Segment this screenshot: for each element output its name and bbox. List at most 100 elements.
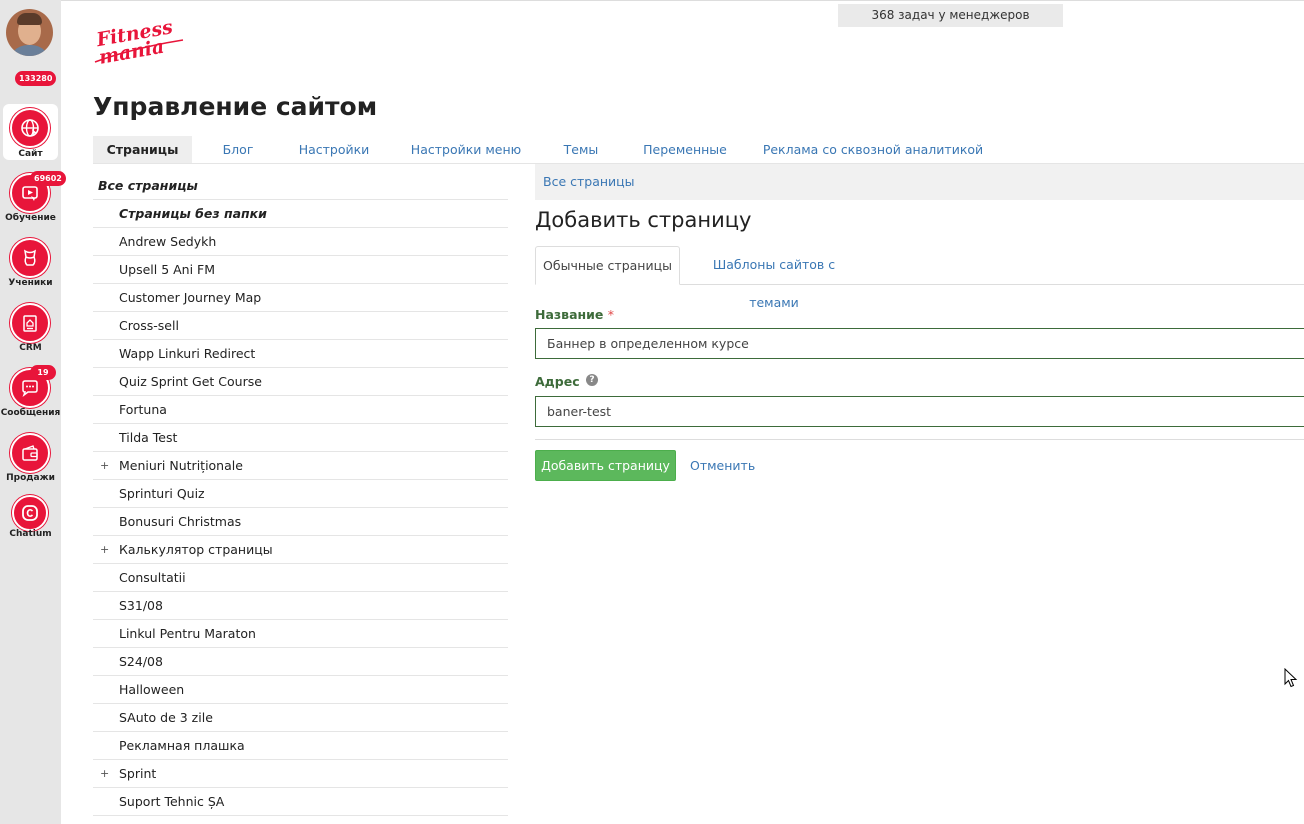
tree-page-row[interactable]: Sprinturi Quiz	[93, 480, 508, 508]
sidebar-item-label: Сообщения	[0, 408, 61, 418]
tab-settings[interactable]: Настройки	[288, 136, 380, 163]
mouse-cursor-icon	[1284, 668, 1298, 688]
sidebar-item-training[interactable]: 69602 Обучение	[0, 170, 66, 228]
expand-plus-icon[interactable]: +	[100, 760, 109, 788]
user-badge: 133280	[15, 71, 57, 86]
section-tabs: Страницы Блог Настройки Настройки меню Т…	[93, 136, 1304, 164]
tree-page-row[interactable]: Andrew Sedykh	[93, 228, 508, 256]
top-divider	[61, 0, 1304, 1]
cancel-link[interactable]: Отменить	[690, 450, 755, 481]
tree-page-row[interactable]: + Meniuri Nutriționale	[93, 452, 508, 480]
tree-item-label: Customer Journey Map	[119, 290, 262, 305]
tree-item-label: S31/08	[119, 598, 163, 613]
tree-item-label: Sprint	[119, 766, 157, 781]
tree-item-label: Tilda Test	[119, 430, 178, 445]
crm-icon	[10, 303, 50, 343]
avatar-shirt	[8, 45, 51, 56]
tree-item-label: Halloween	[119, 682, 185, 697]
tab-variables[interactable]: Переменные	[633, 136, 737, 163]
tree-item-label: Meniuri Nutriționale	[119, 458, 243, 473]
tree-item-label: Рекламная плашка	[119, 738, 245, 753]
sidebar-item-label: Ученики	[8, 278, 53, 288]
tab-ads-analytics[interactable]: Реклама со сквозной аналитикой	[758, 136, 988, 163]
sidebar-item-label: Сайт	[18, 149, 43, 159]
sidebar-item-chatium[interactable]: Chatium	[0, 492, 61, 542]
sidebar-item-messages[interactable]: 19 Сообщения	[0, 365, 61, 423]
tab-blog[interactable]: Блог	[203, 136, 273, 163]
brand-logo[interactable]: Fitness mania	[93, 18, 185, 68]
tree-page-row[interactable]: Tilda Test	[93, 424, 508, 452]
tree-page-row[interactable]: SAuto de 3 zile	[93, 704, 508, 732]
address-label-text: Адрес	[535, 374, 580, 389]
app-sidebar: 133280 Сайт 69602 Обучение Ученики CRM 1…	[0, 0, 66, 824]
tree-page-row[interactable]: Bonusuri Christmas	[93, 508, 508, 536]
tree-item-label: Quiz Sprint Get Course	[119, 374, 262, 389]
breadcrumb: Все страницы	[535, 164, 1304, 200]
help-icon[interactable]: ?	[585, 374, 598, 386]
tree-item-label: S24/08	[119, 654, 163, 669]
wallet-icon	[10, 433, 50, 473]
tree-page-row[interactable]: Cross-sell	[93, 312, 508, 340]
tree-item-label: SAuto de 3 zile	[119, 710, 213, 725]
tab-pages[interactable]: Страницы	[93, 136, 192, 163]
tree-page-row[interactable]: Fortuna	[93, 396, 508, 424]
address-field-label: Адрес ?	[535, 374, 598, 389]
tree-item-label: Страницы без папки	[119, 206, 267, 221]
page-type-tabs: Обычные страницы Шаблоны сайтов с темами	[535, 246, 1304, 310]
tree-folder-row[interactable]: Страницы без папки	[93, 200, 508, 228]
expand-plus-icon[interactable]: +	[100, 536, 109, 564]
breadcrumb-all-pages[interactable]: Все страницы	[543, 174, 635, 189]
tree-page-row[interactable]: Halloween	[93, 676, 508, 704]
tree-item-label: Wapp Linkuri Redirect	[119, 346, 256, 361]
sidebar-item-crm[interactable]: CRM	[0, 300, 61, 358]
sidebar-item-label: Chatium	[9, 529, 52, 539]
sidebar-item-students[interactable]: Ученики	[0, 235, 61, 293]
tree-item-label: Upsell 5 Ani FM	[119, 262, 216, 277]
chatium-icon	[12, 495, 48, 531]
tree-page-row[interactable]: Suport Tehnic ȘA	[93, 788, 508, 816]
tree-item-label: Bonusuri Christmas	[119, 514, 242, 529]
name-field-label: Название *	[535, 307, 614, 322]
tab-menu-settings[interactable]: Настройки меню	[401, 136, 531, 163]
tree-page-row[interactable]: + Sprint	[93, 760, 508, 788]
tree-page-row[interactable]: S24/08	[93, 648, 508, 676]
tab-theme-templates[interactable]: Шаблоны сайтов с темами	[687, 246, 861, 310]
tree-page-row[interactable]: S31/08	[93, 592, 508, 620]
tree-item-label: Sprinturi Quiz	[119, 486, 205, 501]
add-page-button[interactable]: Добавить страницу	[535, 450, 676, 481]
sidebar-item-sales[interactable]: Продажи	[0, 430, 61, 488]
form-divider	[535, 439, 1304, 440]
required-asterisk: *	[607, 307, 614, 322]
tree-page-row[interactable]: Quiz Sprint Get Course	[93, 368, 508, 396]
training-badge: 69602	[30, 171, 66, 186]
tree-item-label: Suport Tehnic ȘA	[119, 794, 225, 809]
tree-item-label: Cross-sell	[119, 318, 179, 333]
expand-plus-icon[interactable]: +	[100, 452, 109, 480]
form-title: Добавить страницу	[535, 208, 752, 232]
tree-page-row[interactable]: + Калькулятор страницы	[93, 536, 508, 564]
tree-page-row[interactable]: Wapp Linkuri Redirect	[93, 340, 508, 368]
tree-item-label: Все страницы	[98, 178, 198, 193]
sidebar-item-label: Продажи	[6, 473, 55, 483]
tree-item-label: Калькулятор страницы	[119, 542, 273, 557]
tree-page-row[interactable]: Upsell 5 Ani FM	[93, 256, 508, 284]
tree-item-label: Andrew Sedykh	[119, 234, 217, 249]
tree-page-row[interactable]: Customer Journey Map	[93, 284, 508, 312]
avatar-hair	[17, 13, 42, 25]
tree-root-all-pages[interactable]: Все страницы	[93, 172, 508, 200]
students-icon	[10, 238, 50, 278]
avatar[interactable]	[6, 9, 53, 56]
tree-page-row[interactable]: Consultatii	[93, 564, 508, 592]
address-input[interactable]: baner-test	[535, 396, 1304, 427]
sidebar-item-site[interactable]: Сайт	[0, 104, 61, 162]
tree-page-row[interactable]: Linkul Pentru Maraton	[93, 620, 508, 648]
tab-regular-pages[interactable]: Обычные страницы	[535, 246, 680, 285]
tree-page-row[interactable]: Рекламная плашка	[93, 732, 508, 760]
globe-icon	[10, 108, 50, 148]
page-title: Управление сайтом	[93, 92, 378, 121]
tab-themes[interactable]: Темы	[548, 136, 614, 163]
manager-tasks-counter[interactable]: 368 задач у менеджеров	[838, 4, 1063, 27]
sidebar-item-label: Обучение	[5, 213, 56, 223]
name-input[interactable]: Баннер в определенном курсе	[535, 328, 1304, 359]
messages-badge: 19	[30, 365, 56, 380]
